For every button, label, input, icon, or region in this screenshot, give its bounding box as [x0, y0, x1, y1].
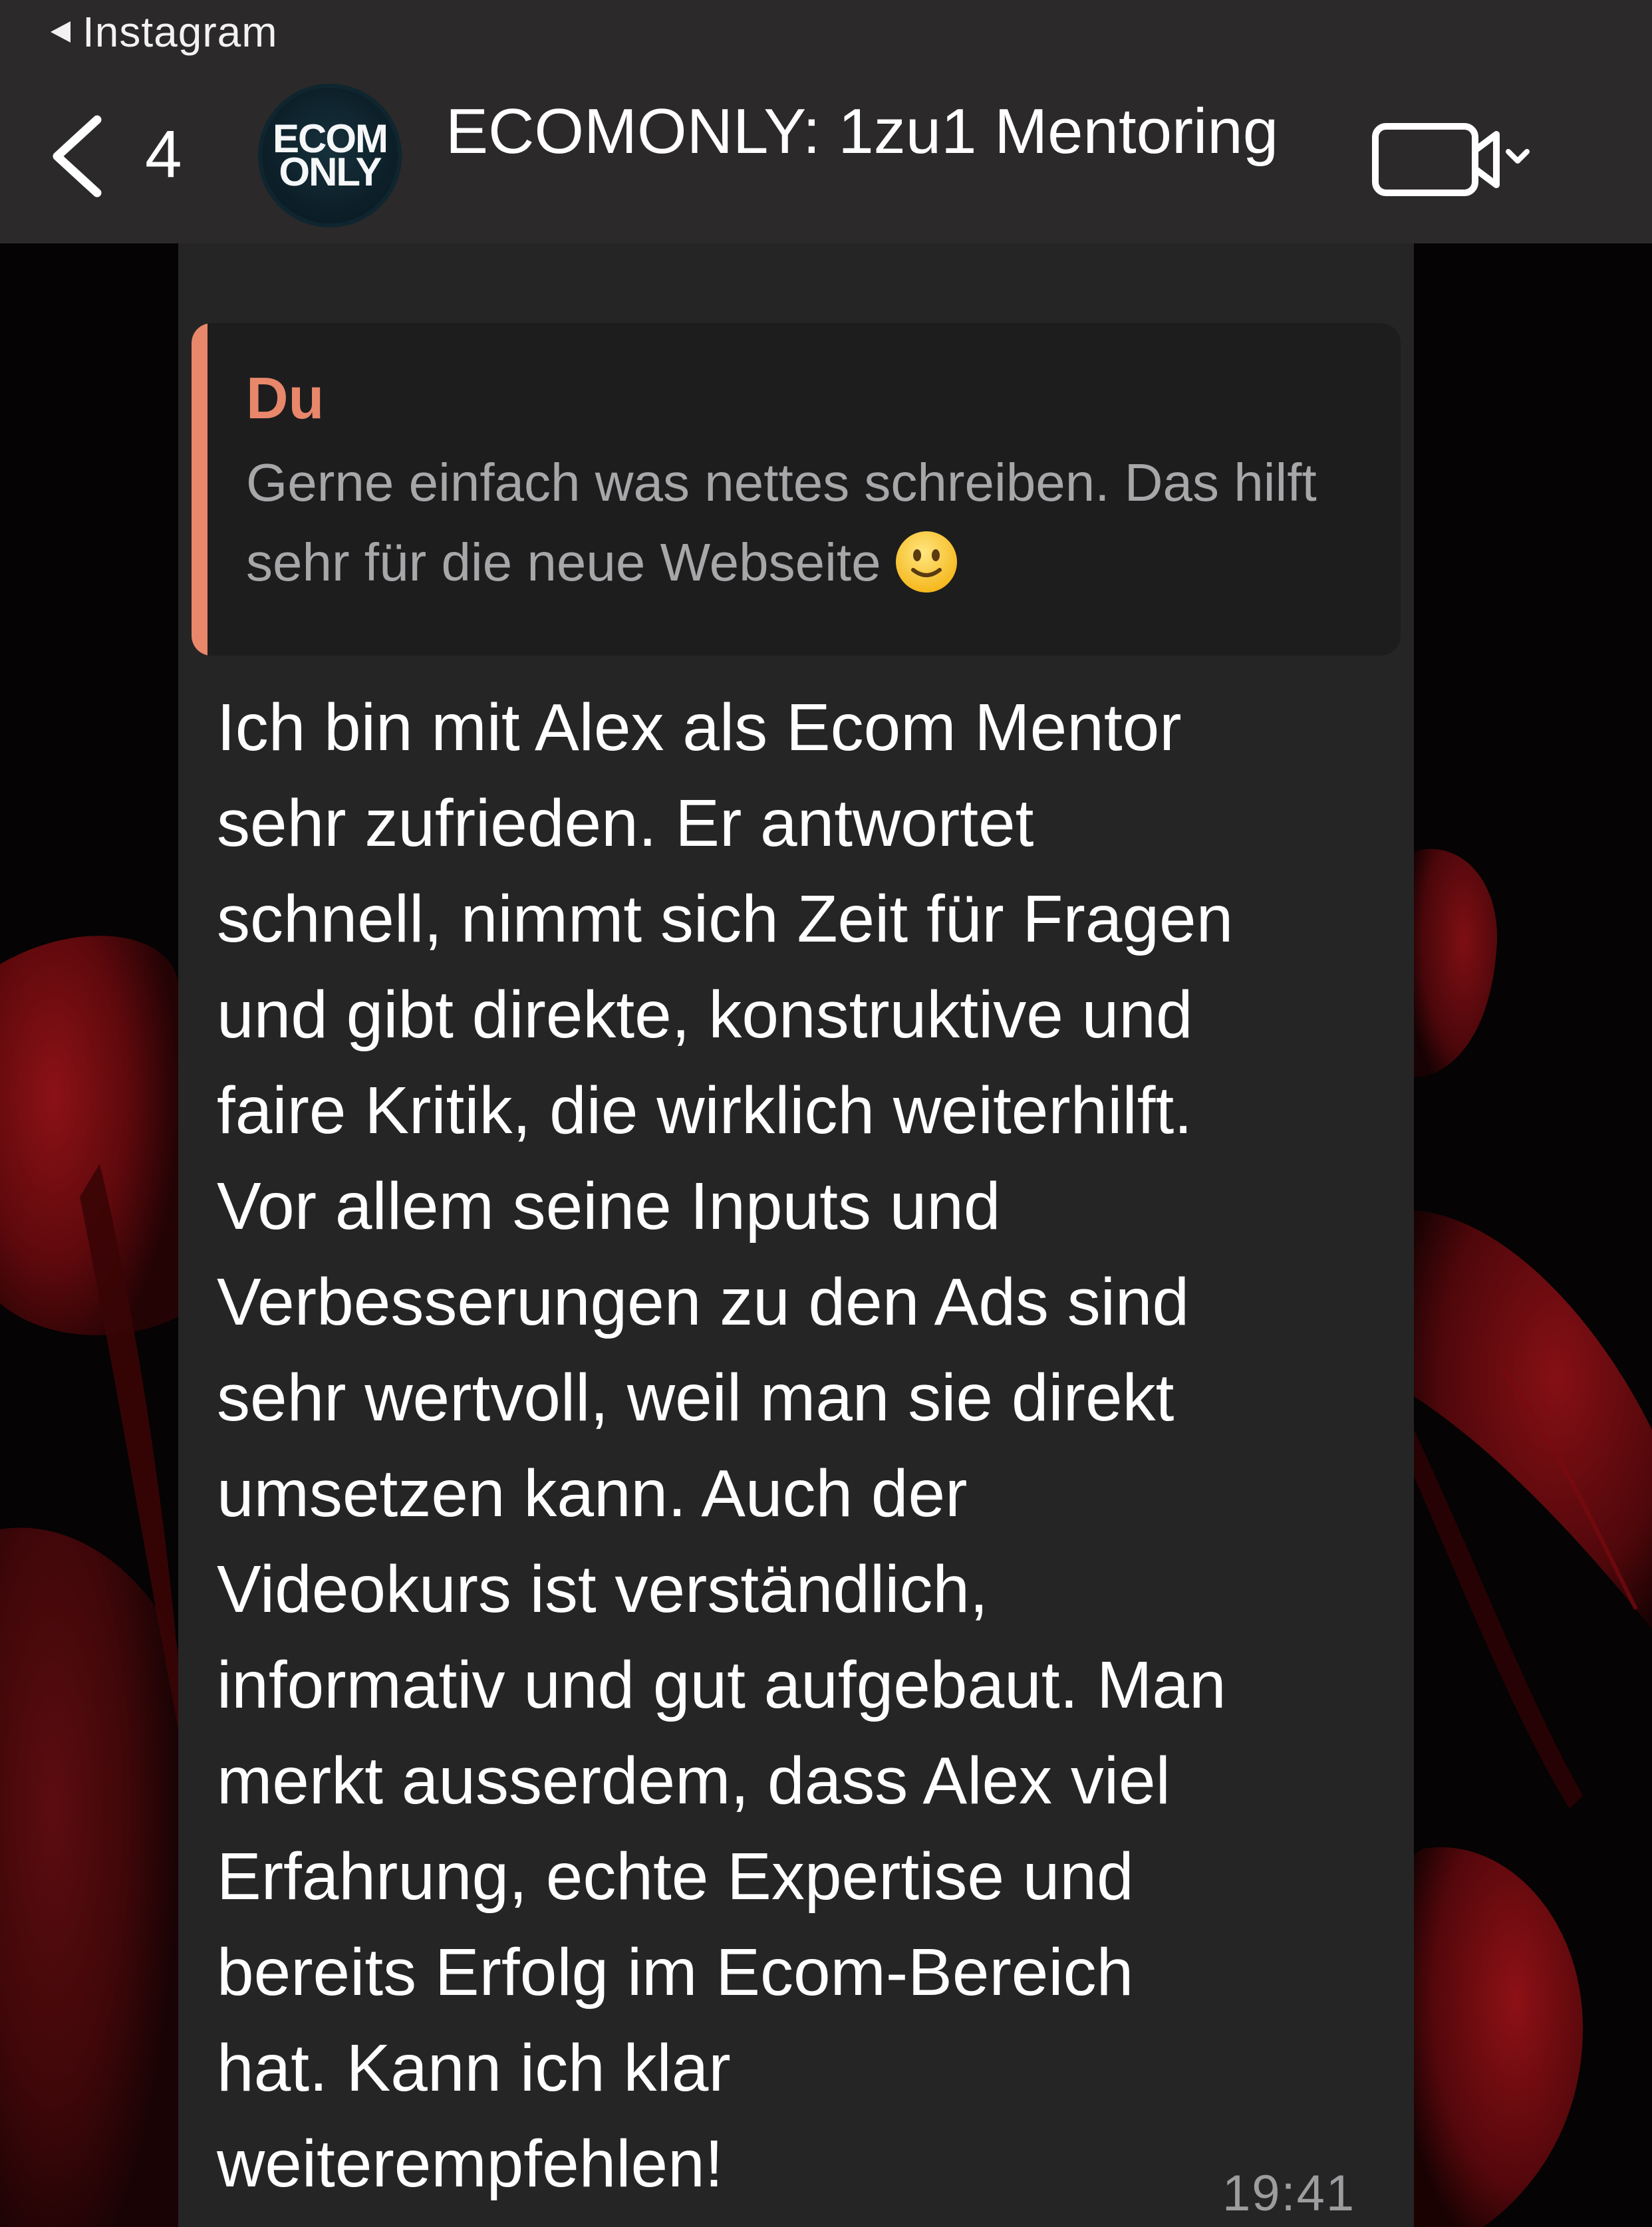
message-line: bereits Erfolg im Ecom-Bereich: [217, 1935, 1134, 2010]
reply-author: Du: [246, 365, 325, 431]
message-line: Ich bin mit Alex als Ecom Mentor: [217, 690, 1182, 765]
message-line: hat. Kann ich klar: [217, 2031, 731, 2105]
message-line: merkt ausserdem, dass Alex viel: [217, 1744, 1170, 1818]
status-bar: Instagram: [0, 0, 1652, 60]
message-line: sehr wertvoll, weil man sie direkt: [217, 1361, 1174, 1435]
message-line: schnell, nimmt sich Zeit für Fragen: [217, 882, 1234, 956]
avatar-logo-line-2: ONLY: [279, 150, 382, 194]
chat-title[interactable]: ECOMONLY: 1zu1 Mentoring: [446, 92, 1278, 172]
message-line: Videokurs ist verständlich,: [217, 1552, 988, 1627]
triangle-left-icon: [51, 21, 70, 43]
chevron-left-icon[interactable]: [47, 113, 106, 199]
message-line: weiterempfehlen!: [217, 2127, 724, 2201]
unread-count[interactable]: 4: [145, 114, 182, 194]
avatar[interactable]: ECOM ONLY: [258, 84, 402, 227]
message-line: sehr zufrieden. Er antwortet: [217, 786, 1034, 860]
reply-text-container: Gerne einfach was nettes schreiben. Das …: [246, 443, 1377, 602]
video-camera-icon: [1372, 123, 1500, 196]
slightly-smiling-face-icon: [895, 531, 957, 592]
message-line: Erfahrung, echte Expertise und: [217, 1839, 1134, 1914]
message-line: informativ und gut aufgebaut. Man: [217, 1648, 1226, 1722]
reply-quote-accent-bar: [192, 323, 207, 656]
message-line: umsetzen kann. Auch der: [217, 1456, 968, 1531]
message-line: faire Kritik, die wirklich weiterhilft.: [217, 1073, 1193, 1148]
back-to-app-button[interactable]: Instagram: [49, 5, 278, 59]
message-line: und gibt direkte, konstruktive und: [217, 978, 1193, 1052]
message-line: Verbesserungen zu den Ads sind: [217, 1265, 1190, 1339]
back-to-app-label: Instagram: [82, 8, 278, 56]
message-timestamp: 19:41: [1222, 2165, 1356, 2222]
video-call-button[interactable]: [1370, 118, 1536, 198]
message-line: Vor allem seine Inputs und: [217, 1169, 1001, 1244]
reply-text: Gerne einfach was nettes schreiben. Das …: [246, 453, 1317, 592]
reply-quote[interactable]: Du Gerne einfach was nettes schreiben. D…: [192, 323, 1401, 656]
message-text: Ich bin mit Alex als Ecom Mentor sehr zu…: [217, 680, 1387, 2212]
message-bubble[interactable]: Du Gerne einfach was nettes schreiben. D…: [178, 243, 1414, 2227]
chevron-down-icon: [1506, 149, 1530, 164]
